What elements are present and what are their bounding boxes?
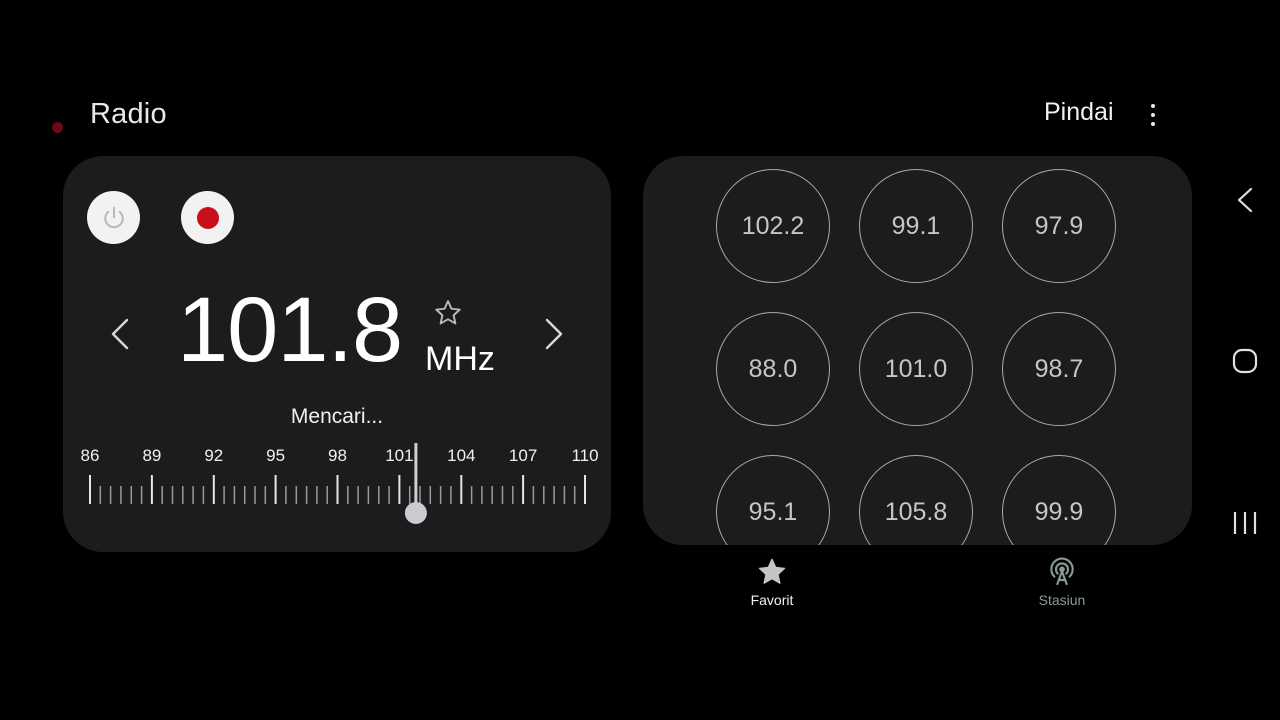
dial-tick-label: 86 <box>81 446 100 465</box>
dial-tick-label: 110 <box>571 446 598 465</box>
frequency-dial[interactable]: 86 89 92 95 98 101 104 107 110 <box>63 441 611 541</box>
favorite-star-icon[interactable] <box>433 298 463 328</box>
dial-tick-label: 98 <box>328 446 347 465</box>
tab-stations[interactable]: Stasiun <box>1002 556 1122 608</box>
preset-station[interactable]: 88.0 <box>716 312 830 426</box>
dial-tick-label: 95 <box>266 446 285 465</box>
tab-favorites-label: Favorit <box>750 592 794 608</box>
tab-favorites[interactable]: Favorit <box>712 556 832 608</box>
record-button[interactable] <box>181 191 234 244</box>
more-options-icon[interactable] <box>1140 100 1166 130</box>
dial-tick-label: 101 <box>385 446 413 465</box>
tab-stations-label: Stasiun <box>1038 592 1086 608</box>
radio-screen: Radio Pindai 101.8 MHz Mencari... 86 89 92… <box>0 0 1280 720</box>
preset-station[interactable]: 99.9 <box>1002 455 1116 545</box>
preset-station[interactable]: 99.1 <box>859 169 973 283</box>
dial-tick-label: 92 <box>204 446 223 465</box>
star-filled-icon <box>758 558 786 584</box>
system-back-icon[interactable] <box>1228 183 1262 217</box>
frequency-unit: MHz <box>425 340 495 378</box>
preset-station[interactable]: 95.1 <box>716 455 830 545</box>
power-icon <box>103 206 124 228</box>
preset-station[interactable]: 98.7 <box>1002 312 1116 426</box>
dial-needle-knob <box>404 502 427 524</box>
preset-station[interactable]: 105.8 <box>859 455 973 545</box>
preset-station[interactable]: 101.0 <box>859 312 973 426</box>
system-home-icon[interactable] <box>1228 344 1262 378</box>
dial-tick-label: 107 <box>509 446 537 465</box>
recording-indicator <box>52 122 63 133</box>
next-station-icon[interactable] <box>539 316 569 352</box>
preset-stations-grid: 102.2 99.1 97.9 88.0 101.0 98.7 95.1 105… <box>643 156 1192 545</box>
power-button[interactable] <box>87 191 140 244</box>
app-title: Radio <box>90 98 167 130</box>
antenna-icon <box>1050 557 1074 586</box>
dial-tick-label: 104 <box>447 446 475 465</box>
record-icon <box>196 206 219 229</box>
tuner-card: 101.8 MHz Mencari... 86 89 92 95 98 101 104 107… <box>63 156 611 552</box>
preset-station[interactable]: 97.9 <box>1002 169 1116 283</box>
tuning-status: Mencari... <box>290 405 384 428</box>
frequency-display: 101.8 <box>177 279 403 381</box>
dial-tick-label: 89 <box>142 446 161 465</box>
scan-button[interactable]: Pindai <box>1044 98 1114 127</box>
preset-station[interactable]: 102.2 <box>716 169 830 283</box>
system-recents-icon[interactable] <box>1228 506 1262 540</box>
previous-station-icon[interactable] <box>105 316 135 352</box>
